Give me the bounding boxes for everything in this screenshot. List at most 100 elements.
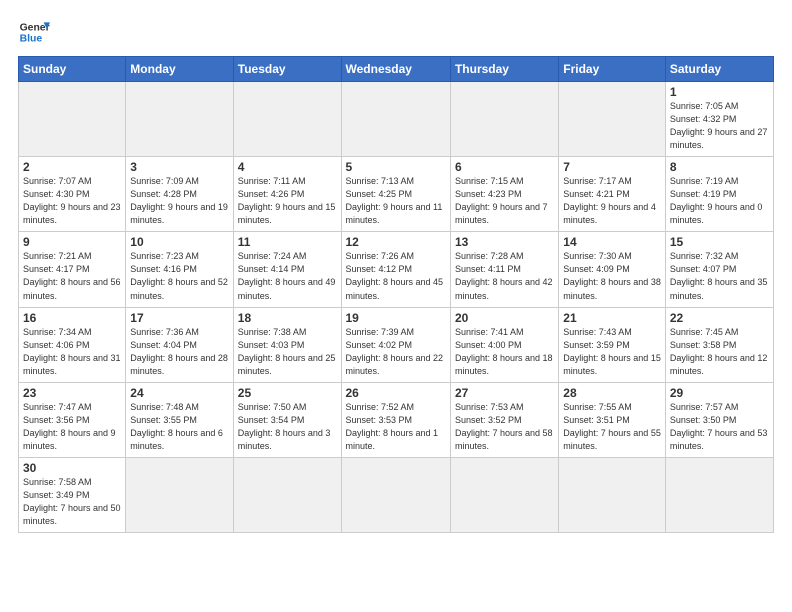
- day-number: 17: [130, 311, 228, 325]
- day-number: 6: [455, 160, 554, 174]
- calendar-cell: [665, 457, 773, 532]
- calendar-cell: 11Sunrise: 7:24 AMSunset: 4:14 PMDayligh…: [233, 232, 341, 307]
- day-number: 12: [346, 235, 446, 249]
- day-info: Sunrise: 7:57 AMSunset: 3:50 PMDaylight:…: [670, 401, 769, 453]
- day-number: 20: [455, 311, 554, 325]
- calendar-cell: 24Sunrise: 7:48 AMSunset: 3:55 PMDayligh…: [126, 382, 233, 457]
- weekday-wednesday: Wednesday: [341, 57, 450, 82]
- calendar-cell: [559, 82, 666, 157]
- calendar-cell: 3Sunrise: 7:09 AMSunset: 4:28 PMDaylight…: [126, 157, 233, 232]
- day-number: 28: [563, 386, 661, 400]
- day-info: Sunrise: 7:23 AMSunset: 4:16 PMDaylight:…: [130, 250, 228, 302]
- day-info: Sunrise: 7:36 AMSunset: 4:04 PMDaylight:…: [130, 326, 228, 378]
- calendar-cell: 16Sunrise: 7:34 AMSunset: 4:06 PMDayligh…: [19, 307, 126, 382]
- calendar-cell: [450, 457, 558, 532]
- day-number: 19: [346, 311, 446, 325]
- weekday-thursday: Thursday: [450, 57, 558, 82]
- calendar-cell: [341, 457, 450, 532]
- calendar-cell: 28Sunrise: 7:55 AMSunset: 3:51 PMDayligh…: [559, 382, 666, 457]
- day-info: Sunrise: 7:32 AMSunset: 4:07 PMDaylight:…: [670, 250, 769, 302]
- day-info: Sunrise: 7:21 AMSunset: 4:17 PMDaylight:…: [23, 250, 121, 302]
- day-info: Sunrise: 7:52 AMSunset: 3:53 PMDaylight:…: [346, 401, 446, 453]
- calendar-week-2: 9Sunrise: 7:21 AMSunset: 4:17 PMDaylight…: [19, 232, 774, 307]
- day-info: Sunrise: 7:09 AMSunset: 4:28 PMDaylight:…: [130, 175, 228, 227]
- calendar-cell: [341, 82, 450, 157]
- day-number: 21: [563, 311, 661, 325]
- logo-icon: General Blue: [18, 16, 50, 48]
- day-number: 8: [670, 160, 769, 174]
- calendar-cell: [233, 457, 341, 532]
- day-info: Sunrise: 7:19 AMSunset: 4:19 PMDaylight:…: [670, 175, 769, 227]
- calendar-cell: [19, 82, 126, 157]
- day-number: 11: [238, 235, 337, 249]
- calendar-cell: 21Sunrise: 7:43 AMSunset: 3:59 PMDayligh…: [559, 307, 666, 382]
- day-info: Sunrise: 7:28 AMSunset: 4:11 PMDaylight:…: [455, 250, 554, 302]
- calendar-week-5: 30Sunrise: 7:58 AMSunset: 3:49 PMDayligh…: [19, 457, 774, 532]
- day-info: Sunrise: 7:43 AMSunset: 3:59 PMDaylight:…: [563, 326, 661, 378]
- day-info: Sunrise: 7:07 AMSunset: 4:30 PMDaylight:…: [23, 175, 121, 227]
- day-info: Sunrise: 7:53 AMSunset: 3:52 PMDaylight:…: [455, 401, 554, 453]
- calendar-cell: 20Sunrise: 7:41 AMSunset: 4:00 PMDayligh…: [450, 307, 558, 382]
- day-number: 25: [238, 386, 337, 400]
- calendar-cell: [126, 457, 233, 532]
- day-info: Sunrise: 7:39 AMSunset: 4:02 PMDaylight:…: [346, 326, 446, 378]
- calendar-cell: 18Sunrise: 7:38 AMSunset: 4:03 PMDayligh…: [233, 307, 341, 382]
- page-header: General Blue: [18, 16, 774, 48]
- day-number: 3: [130, 160, 228, 174]
- weekday-tuesday: Tuesday: [233, 57, 341, 82]
- logo: General Blue: [18, 16, 50, 48]
- day-number: 23: [23, 386, 121, 400]
- day-info: Sunrise: 7:47 AMSunset: 3:56 PMDaylight:…: [23, 401, 121, 453]
- calendar-week-3: 16Sunrise: 7:34 AMSunset: 4:06 PMDayligh…: [19, 307, 774, 382]
- day-info: Sunrise: 7:34 AMSunset: 4:06 PMDaylight:…: [23, 326, 121, 378]
- calendar-cell: 23Sunrise: 7:47 AMSunset: 3:56 PMDayligh…: [19, 382, 126, 457]
- svg-text:Blue: Blue: [20, 34, 43, 45]
- calendar-cell: 30Sunrise: 7:58 AMSunset: 3:49 PMDayligh…: [19, 457, 126, 532]
- calendar-cell: [126, 82, 233, 157]
- day-info: Sunrise: 7:24 AMSunset: 4:14 PMDaylight:…: [238, 250, 337, 302]
- calendar-table: SundayMondayTuesdayWednesdayThursdayFrid…: [18, 56, 774, 533]
- calendar-cell: 4Sunrise: 7:11 AMSunset: 4:26 PMDaylight…: [233, 157, 341, 232]
- weekday-friday: Friday: [559, 57, 666, 82]
- day-number: 22: [670, 311, 769, 325]
- day-number: 16: [23, 311, 121, 325]
- day-info: Sunrise: 7:45 AMSunset: 3:58 PMDaylight:…: [670, 326, 769, 378]
- calendar-week-1: 2Sunrise: 7:07 AMSunset: 4:30 PMDaylight…: [19, 157, 774, 232]
- day-number: 9: [23, 235, 121, 249]
- calendar-cell: [559, 457, 666, 532]
- day-number: 18: [238, 311, 337, 325]
- calendar-cell: 9Sunrise: 7:21 AMSunset: 4:17 PMDaylight…: [19, 232, 126, 307]
- day-number: 27: [455, 386, 554, 400]
- calendar-cell: 15Sunrise: 7:32 AMSunset: 4:07 PMDayligh…: [665, 232, 773, 307]
- calendar-cell: 8Sunrise: 7:19 AMSunset: 4:19 PMDaylight…: [665, 157, 773, 232]
- day-number: 7: [563, 160, 661, 174]
- day-info: Sunrise: 7:48 AMSunset: 3:55 PMDaylight:…: [130, 401, 228, 453]
- calendar-cell: [233, 82, 341, 157]
- day-info: Sunrise: 7:05 AMSunset: 4:32 PMDaylight:…: [670, 100, 769, 152]
- day-info: Sunrise: 7:26 AMSunset: 4:12 PMDaylight:…: [346, 250, 446, 302]
- calendar-cell: 26Sunrise: 7:52 AMSunset: 3:53 PMDayligh…: [341, 382, 450, 457]
- day-info: Sunrise: 7:15 AMSunset: 4:23 PMDaylight:…: [455, 175, 554, 227]
- day-number: 1: [670, 85, 769, 99]
- day-number: 14: [563, 235, 661, 249]
- weekday-header-row: SundayMondayTuesdayWednesdayThursdayFrid…: [19, 57, 774, 82]
- calendar-cell: 27Sunrise: 7:53 AMSunset: 3:52 PMDayligh…: [450, 382, 558, 457]
- day-number: 2: [23, 160, 121, 174]
- calendar-cell: 22Sunrise: 7:45 AMSunset: 3:58 PMDayligh…: [665, 307, 773, 382]
- calendar-week-0: 1Sunrise: 7:05 AMSunset: 4:32 PMDaylight…: [19, 82, 774, 157]
- day-info: Sunrise: 7:11 AMSunset: 4:26 PMDaylight:…: [238, 175, 337, 227]
- day-info: Sunrise: 7:13 AMSunset: 4:25 PMDaylight:…: [346, 175, 446, 227]
- calendar-cell: 29Sunrise: 7:57 AMSunset: 3:50 PMDayligh…: [665, 382, 773, 457]
- day-number: 15: [670, 235, 769, 249]
- day-number: 26: [346, 386, 446, 400]
- calendar-cell: 10Sunrise: 7:23 AMSunset: 4:16 PMDayligh…: [126, 232, 233, 307]
- day-info: Sunrise: 7:41 AMSunset: 4:00 PMDaylight:…: [455, 326, 554, 378]
- calendar-cell: 17Sunrise: 7:36 AMSunset: 4:04 PMDayligh…: [126, 307, 233, 382]
- day-info: Sunrise: 7:50 AMSunset: 3:54 PMDaylight:…: [238, 401, 337, 453]
- calendar-cell: 5Sunrise: 7:13 AMSunset: 4:25 PMDaylight…: [341, 157, 450, 232]
- calendar-cell: 25Sunrise: 7:50 AMSunset: 3:54 PMDayligh…: [233, 382, 341, 457]
- day-info: Sunrise: 7:58 AMSunset: 3:49 PMDaylight:…: [23, 476, 121, 528]
- day-info: Sunrise: 7:17 AMSunset: 4:21 PMDaylight:…: [563, 175, 661, 227]
- day-info: Sunrise: 7:38 AMSunset: 4:03 PMDaylight:…: [238, 326, 337, 378]
- day-number: 13: [455, 235, 554, 249]
